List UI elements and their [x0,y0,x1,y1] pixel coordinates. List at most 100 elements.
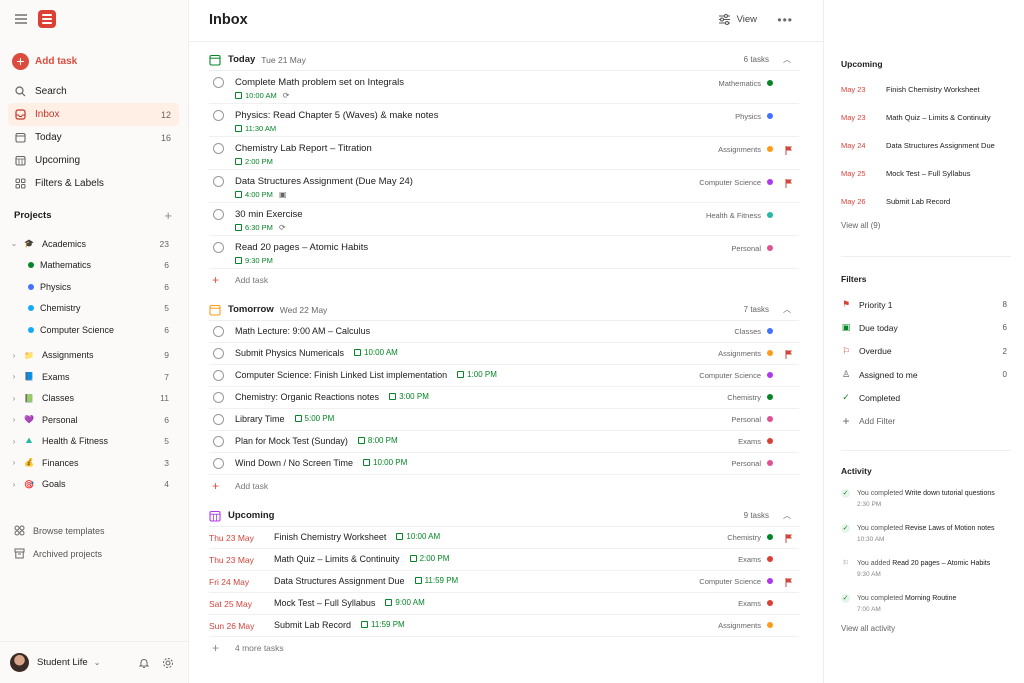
upcoming-item[interactable]: May 26 Submit Lab Record [841,187,1011,215]
task-due[interactable]: 11:59 PM [414,576,458,585]
upcoming-item[interactable]: May 25 Mock Test – Full Syllabus [841,159,1011,187]
filter-overdue[interactable]: ⚐ Overdue 2 [841,340,1011,363]
activity-task[interactable]: Write down tutorial questions [905,490,995,497]
chevron-right-icon[interactable]: › [8,480,20,489]
task-name[interactable]: Wind Down / No Screen Time 10:00 PM [235,458,407,468]
project-finances[interactable]: › 💰 Finances 3 [8,452,179,474]
view-all-activity-link[interactable]: View all activity [841,624,1011,633]
gear-icon[interactable] [162,657,174,669]
add-filter-button[interactable]: + Add Filter [841,409,1011,432]
task-due[interactable]: 2:00 PM [235,157,273,166]
task-due[interactable]: 3:00 PM [389,392,429,401]
task-name[interactable]: Read 20 pages – Atomic Habits [235,242,368,253]
task-name[interactable]: Data Structures Assignment (Due May 24) [235,176,413,187]
add-task-row[interactable]: + Add task [209,269,799,291]
task-due[interactable]: 9:00 AM [385,598,425,607]
filter-due-today[interactable]: ▣ Due today 6 [841,316,1011,339]
activity-task[interactable]: Read 20 pages – Atomic Habits [892,560,990,567]
task-due[interactable]: 9:30 PM [235,256,273,265]
project-assignments[interactable]: › 📁 Assignments 9 [8,345,179,367]
filter-assigned-to-me[interactable]: ♙ Assigned to me 0 [841,363,1011,386]
task-due[interactable]: 10:00 PM [363,458,407,467]
project-mathematics[interactable]: Mathematics 6 [8,255,179,277]
bell-icon[interactable] [138,657,150,669]
complete-checkbox[interactable] [213,392,224,403]
task-project[interactable]: Exams [738,599,761,608]
complete-checkbox[interactable] [213,110,224,121]
task-name[interactable]: Mock Test – Full Syllabus 9:00 AM [274,598,425,608]
task-project[interactable]: Personal [731,459,761,468]
activity-task[interactable]: Morning Routine [905,595,956,602]
add-project-icon[interactable]: + [164,208,172,223]
task-project[interactable]: Computer Science [699,577,761,586]
complete-checkbox[interactable] [213,176,224,187]
complete-checkbox[interactable] [213,348,224,359]
chevron-right-icon[interactable]: › [8,394,20,403]
task-name[interactable]: Submit Physics Numericals 10:00 AM [235,348,398,358]
view-all-link[interactable]: View all (9) [841,221,1011,230]
more-tasks-row[interactable]: +4 more tasks [209,637,799,659]
chevron-right-icon[interactable]: › [8,437,20,446]
chevron-right-icon[interactable]: › [8,351,20,360]
project-personal[interactable]: › 💜 Personal 6 [8,409,179,431]
task-project[interactable]: Personal [731,244,761,253]
chevron-down-icon[interactable]: ⌄ [94,658,101,667]
filter-priority-1[interactable]: ⚑ Priority 1 8 [841,293,1011,316]
complete-checkbox[interactable] [213,414,224,425]
task-due[interactable]: 10:00 AM [396,532,440,541]
task-project[interactable]: Chemistry [727,393,761,402]
nav-filters-labels[interactable]: Filters & Labels [8,172,179,195]
task-project[interactable]: Computer Science [699,371,761,380]
task-name[interactable]: Library Time 5:00 PM [235,414,334,424]
project-exams[interactable]: › 📘 Exams 7 [8,366,179,388]
avatar[interactable] [10,653,29,672]
task-due[interactable]: 8:00 PM [357,436,398,445]
upcoming-item[interactable]: May 23 Finish Chemistry Worksheet [841,75,1011,103]
nav-search[interactable]: Search [8,80,179,103]
chevron-right-icon[interactable]: › [8,372,20,381]
complete-checkbox[interactable] [213,458,224,469]
upcoming-item[interactable]: May 24 Data Structures Assignment Due [841,131,1011,159]
complete-checkbox[interactable] [213,143,224,154]
task-name[interactable]: Finish Chemistry Worksheet 10:00 AM [274,532,440,542]
browse-templates-link[interactable]: Browse templates [14,519,105,542]
project-goals[interactable]: › 🎯 Goals 4 [8,474,179,496]
task-project[interactable]: Assignments [718,349,761,358]
task-project[interactable]: Health & Fitness [706,211,761,220]
task-project[interactable]: Classes [734,327,761,336]
more-options-icon[interactable]: ••• [777,13,793,27]
project-health-fitness[interactable]: › ⛰ Health & Fitness 5 [8,431,179,453]
task-project[interactable]: Physics [735,112,761,121]
task-name[interactable]: Data Structures Assignment Due 11:59 PM [274,576,458,586]
chevron-right-icon[interactable]: › [8,415,20,424]
nav-upcoming[interactable]: Upcoming [8,149,179,172]
view-button[interactable]: View [718,14,757,25]
task-project[interactable]: Chemistry [727,533,761,542]
task-due[interactable]: 11:30 AM [235,124,276,133]
archived-projects-link[interactable]: Archived projects [14,542,105,565]
task-project[interactable]: Exams [738,555,761,564]
chevron-up-icon[interactable]: ︿ [783,510,791,521]
task-name[interactable]: Math Quiz – Limits & Continuity 2:00 PM [274,554,449,564]
project-chemistry[interactable]: Chemistry 5 [8,298,179,320]
project-physics[interactable]: Physics 6 [8,276,179,298]
task-name[interactable]: 30 min Exercise [235,209,303,220]
chevron-down-icon[interactable]: ⌄ [8,239,20,248]
workspace-name[interactable]: Student Life [37,657,88,668]
task-due[interactable]: 10:00 AM ⟳ [235,91,289,100]
add-task-row[interactable]: + Add task [209,475,799,497]
task-project[interactable]: Computer Science [699,178,761,187]
project-computer-science[interactable]: Computer Science 6 [8,319,179,341]
chevron-up-icon[interactable]: ︿ [783,304,791,315]
task-name[interactable]: Math Lecture: 9:00 AM – Calculus [235,326,370,336]
upcoming-item[interactable]: May 23 Math Quiz – Limits & Continuity [841,103,1011,131]
add-task-button[interactable]: + Add task [12,52,77,70]
task-name[interactable]: Submit Lab Record 11:59 PM [274,620,405,630]
nav-inbox[interactable]: Inbox 12 [8,103,179,126]
task-name[interactable]: Computer Science: Finish Linked List imp… [235,370,497,380]
chevron-up-icon[interactable]: ︿ [783,54,791,65]
activity-task[interactable]: Revise Laws of Motion notes [905,525,995,532]
app-logo[interactable] [38,10,56,28]
complete-checkbox[interactable] [213,77,224,88]
task-name[interactable]: Chemistry Lab Report – Titration [235,143,372,154]
